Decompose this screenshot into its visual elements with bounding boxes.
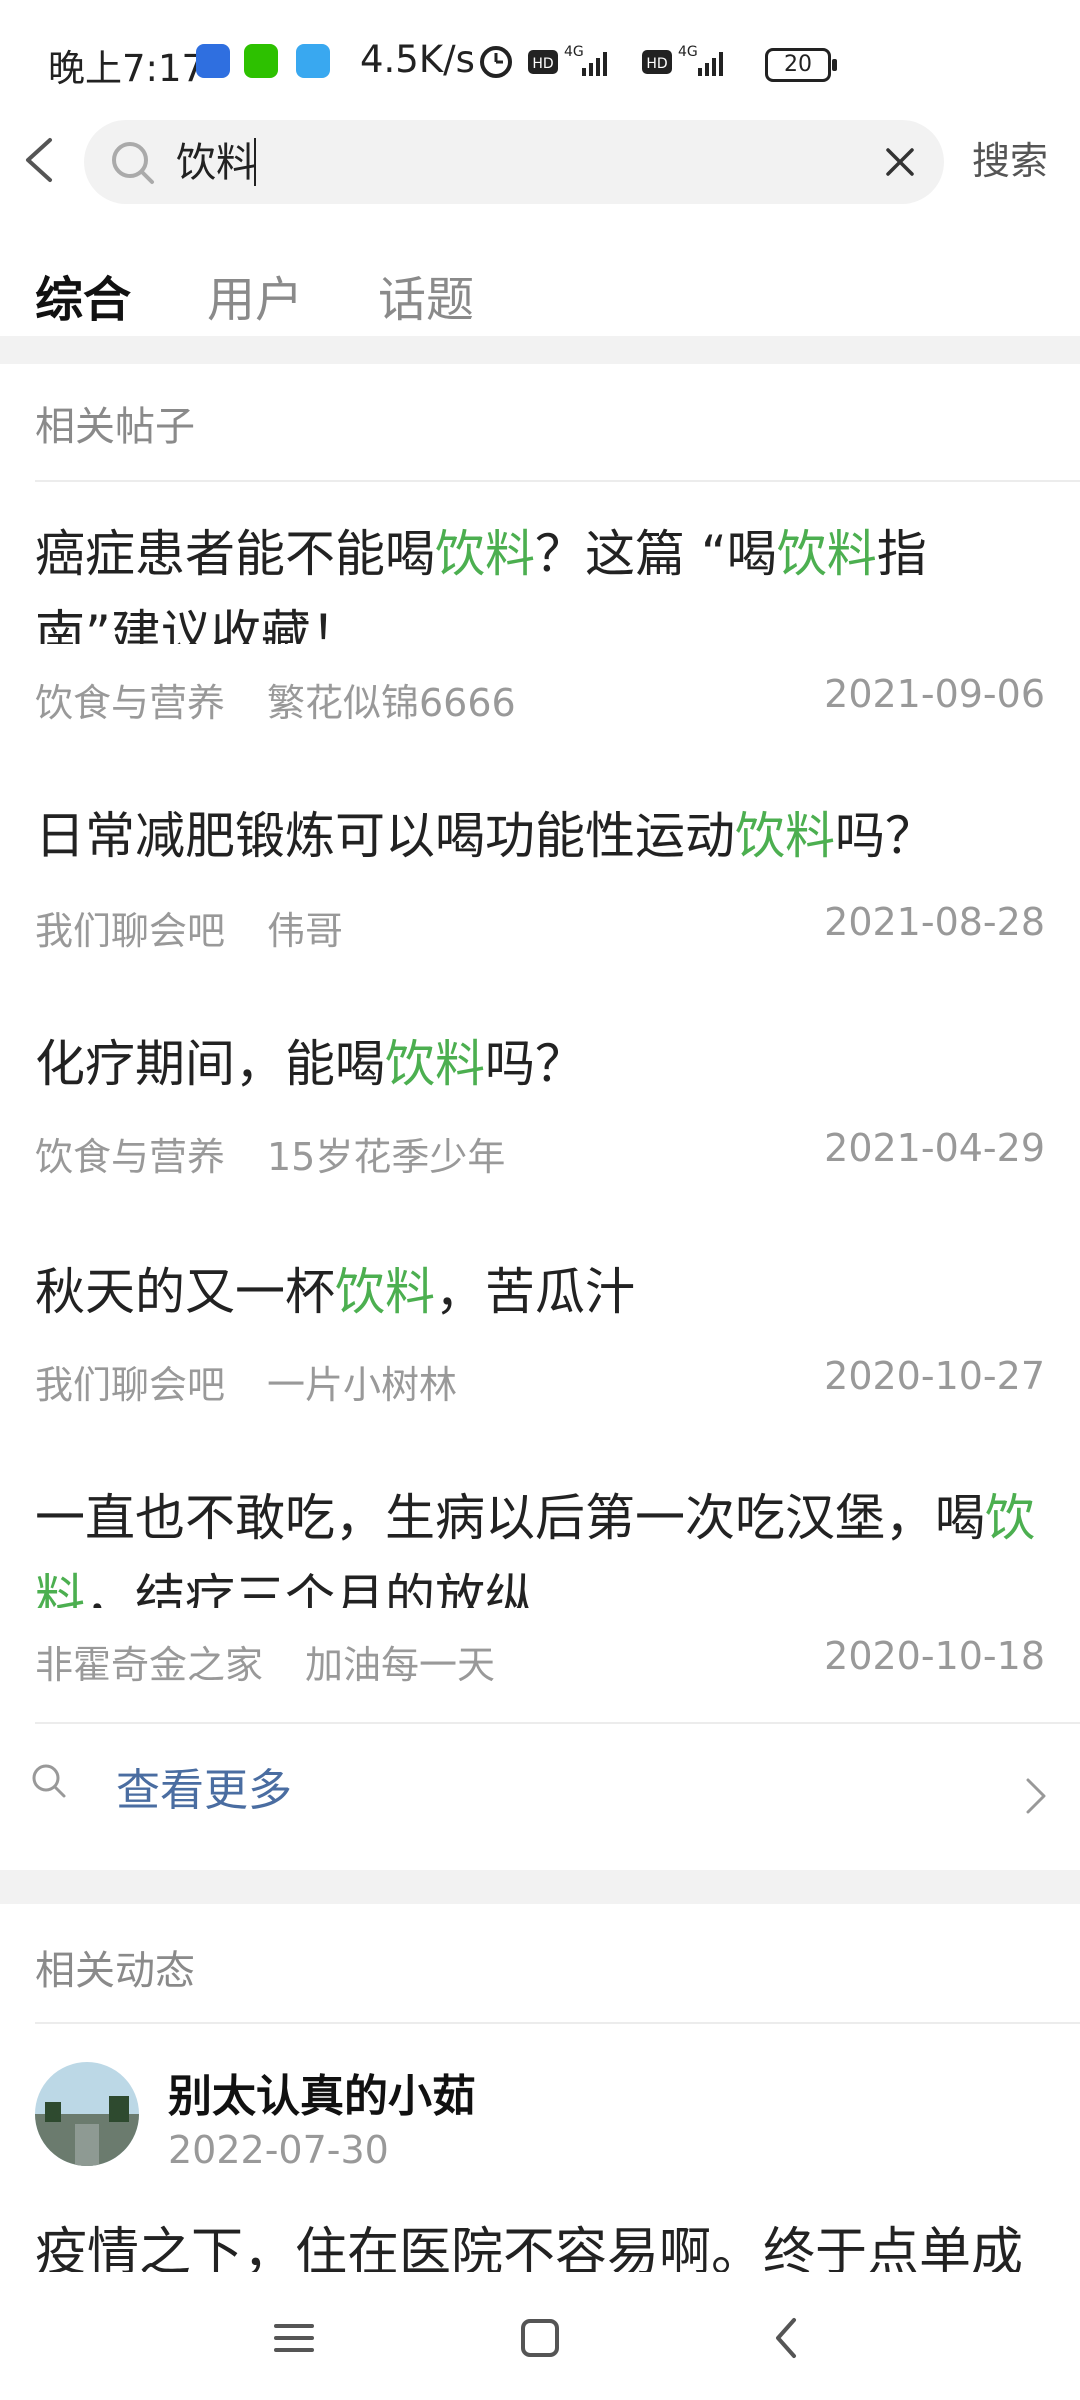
dynamic-text[interactable]: 疫情之下，住在医院不容易啊。终于点单成 [35,2210,1045,2276]
post-item[interactable]: 秋天的又一杯饮料，苦瓜汁 我们聊会吧 一片小树林 2020-10-27 [35,1252,1045,1412]
post-author: 加油每一天 [305,1643,496,1687]
system-nav-bar [0,2272,1080,2400]
app-notification-icon [196,44,230,78]
signal-label-1: 4G [564,44,584,60]
status-indicators-icon: HD 4G HD 4G [480,44,723,78]
post-item[interactable]: 日常减肥锻炼可以喝功能性运动饮料吗？ 我们聊会吧 伟哥 2021-08-28 [35,796,1045,956]
post-forum: 饮食与营养 [35,1135,226,1179]
post-date: 2020-10-27 [824,1354,1045,1398]
post-date: 2021-08-28 [824,900,1045,944]
section-divider [0,1870,1080,1904]
post-author: 繁花似锦6666 [267,681,516,725]
status-time: 晚上7:17 [48,47,206,90]
back-button[interactable] [14,128,74,208]
user-name[interactable]: 别太认真的小茹 [168,2060,476,2124]
cloud-app-icon [296,44,330,78]
divider [35,480,1080,482]
post-item[interactable]: 化疗期间，能喝饮料吗？ 饮食与营养 15岁花季少年 2021-04-29 [35,1024,1045,1184]
section-divider [0,336,1080,364]
search-submit-button[interactable]: 搜索 [972,128,1048,194]
wechat-icon [244,44,278,78]
search-input[interactable] [174,120,818,206]
post-date: 2021-04-29 [824,1126,1045,1170]
search-icon [32,1764,66,1798]
back-nav-icon[interactable] [758,2308,818,2368]
search-bar[interactable] [84,120,944,206]
search-icon [112,142,154,184]
post-forum: 我们聊会吧 [35,1363,226,1407]
post-title: 癌症患者能不能喝饮料？这篇 “喝饮料指南”建议收藏！ [35,525,927,644]
tab-users[interactable]: 用户 [207,260,303,330]
post-item[interactable]: 一直也不敢吃，生病以后第一次吃汉堡，喝饮料，结疗三个月的放纵 非霍奇金之家 加油… [35,1478,1045,1688]
post-author: 一片小树林 [267,1363,458,1407]
status-bar: 晚上7:17 4.5K/s HD 4G HD 4G 20 [0,0,1080,120]
chevron-right-icon [1026,1778,1046,1814]
divider [35,2022,1080,2024]
related-dynamics-title: 相关动态 [35,1948,195,1994]
view-more-label[interactable]: 查看更多 [116,1754,292,1818]
hd-label-1: HD [532,56,553,72]
avatar[interactable] [35,2062,139,2166]
post-title: 日常减肥锻炼可以喝功能性运动饮料吗？ [35,807,935,865]
post-author: 15岁花季少年 [267,1135,506,1179]
post-forum: 我们聊会吧 [35,909,226,953]
post-date: 2020-10-18 [824,1634,1045,1678]
post-title: 一直也不敢吃，生病以后第一次吃汉堡，喝饮料，结疗三个月的放纵 [35,1489,1035,1608]
post-forum: 饮食与营养 [35,681,226,725]
avatar-image [35,2062,139,2166]
related-posts-title: 相关帖子 [35,404,195,450]
menu-icon[interactable] [264,2308,324,2368]
post-title: 化疗期间，能喝饮料吗？ [35,1035,585,1093]
battery-indicator: 20 [765,48,837,82]
home-icon[interactable] [510,2308,570,2368]
clear-icon[interactable] [878,140,922,184]
post-date: 2021-09-06 [824,672,1045,716]
text-caret [254,138,256,186]
tab-all[interactable]: 综合 [35,260,131,330]
post-author: 伟哥 [267,909,344,953]
post-title: 秋天的又一杯饮料，苦瓜汁 [35,1263,635,1321]
post-item[interactable]: 癌症患者能不能喝饮料？这篇 “喝饮料指南”建议收藏！ 饮食与营养 繁花似锦666… [35,514,1045,725]
network-speed: 4.5K/s [360,38,475,81]
post-date: 2022-07-30 [168,2128,389,2172]
view-more-row[interactable]: 查看更多 [0,1726,1080,1866]
signal-label-2: 4G [678,44,698,60]
post-forum: 非霍奇金之家 [35,1643,264,1687]
tab-topics[interactable]: 话题 [378,260,474,330]
result-tabs: 综合 用户 话题 [0,260,1080,340]
hd-label-2: HD [646,56,667,72]
divider [35,1722,1080,1724]
